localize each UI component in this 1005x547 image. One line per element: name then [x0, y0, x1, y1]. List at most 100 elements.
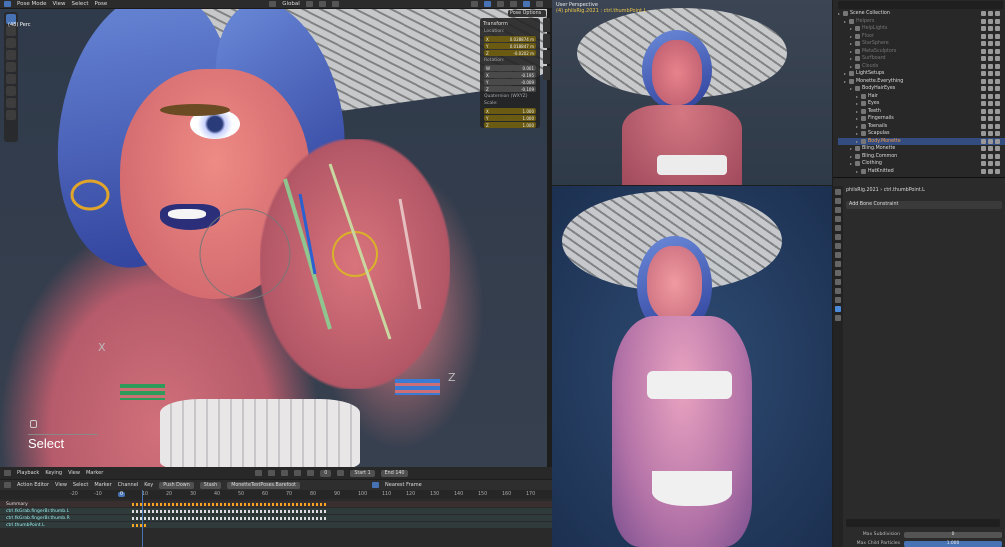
pose-options-button[interactable]: Pose Options: [508, 10, 546, 17]
timeline-editor-icon[interactable]: [4, 470, 11, 476]
bone-tool-icon[interactable]: [6, 110, 16, 120]
move-tool-icon[interactable]: [6, 38, 16, 48]
exclude-checkbox-icon[interactable]: [981, 108, 986, 114]
exclude-checkbox-icon[interactable]: [981, 131, 986, 136]
eye-icon[interactable]: [988, 33, 993, 39]
channel-row[interactable]: Summary: [0, 501, 552, 507]
eye-icon[interactable]: [988, 168, 993, 174]
outliner-row[interactable]: ▸ Teeth: [838, 108, 1005, 115]
play-reverse-icon[interactable]: [281, 470, 289, 476]
camera-icon[interactable]: [995, 41, 1000, 46]
eye-icon[interactable]: [988, 93, 993, 99]
camera-icon[interactable]: [995, 123, 1000, 129]
object-tab-icon[interactable]: [835, 243, 841, 249]
ring-control[interactable]: [70, 179, 110, 211]
keyframe-strip[interactable]: [132, 502, 327, 506]
output-tab-icon[interactable]: [835, 207, 841, 213]
timeline-view-menu[interactable]: View: [68, 470, 80, 476]
play-icon[interactable]: [294, 470, 302, 476]
timeline-marker-menu[interactable]: Marker: [86, 470, 103, 476]
exclude-checkbox-icon[interactable]: [981, 18, 986, 24]
ae-select-menu[interactable]: Select: [73, 482, 88, 488]
keyframe-strip[interactable]: [132, 523, 146, 527]
tab-tool[interactable]: [543, 34, 550, 48]
end-frame-field[interactable]: End 140: [380, 469, 409, 477]
tab-item[interactable]: [543, 18, 550, 32]
current-frame-field[interactable]: 0: [320, 469, 332, 477]
annotate-tool-icon[interactable]: [6, 86, 16, 96]
rotate-tool-icon[interactable]: [6, 50, 16, 60]
shading-material-icon[interactable]: [522, 1, 530, 7]
camera-icon[interactable]: [995, 71, 1000, 76]
ae-key-menu[interactable]: Key: [144, 482, 153, 488]
camera-icon[interactable]: [995, 101, 1000, 106]
playback-menu[interactable]: Playback: [17, 470, 39, 476]
scale-z-field[interactable]: Z 1.000: [484, 122, 536, 128]
bone-tab-icon[interactable]: [835, 297, 841, 303]
exclude-checkbox-icon[interactable]: [981, 78, 986, 84]
scale-x-field[interactable]: X 1.000: [484, 108, 536, 114]
orientation-dropdown[interactable]: Global: [282, 1, 300, 7]
camera-icon[interactable]: [995, 86, 1000, 91]
camera-icon[interactable]: [995, 153, 1000, 159]
exclude-checkbox-icon[interactable]: [981, 123, 986, 129]
outliner-row[interactable]: ▸ HatKnitted: [838, 168, 1005, 175]
render-viewport[interactable]: [552, 186, 832, 547]
exclude-checkbox-icon[interactable]: [981, 138, 986, 144]
bone-2[interactable]: [328, 163, 392, 340]
keyframe-strip[interactable]: [132, 516, 327, 520]
bone-1[interactable]: [283, 178, 332, 330]
rotation-x-field[interactable]: X -0.195: [484, 72, 536, 78]
outliner-row[interactable]: ▸ Clouds: [838, 63, 1005, 70]
material-tab-icon[interactable]: [835, 315, 841, 321]
properties-search-input[interactable]: [846, 519, 1000, 527]
scene-tab-icon[interactable]: [835, 225, 841, 231]
camera-icon[interactable]: [995, 48, 1000, 54]
eye-icon[interactable]: [988, 116, 993, 121]
push-down-button[interactable]: Push Down: [159, 481, 194, 489]
eye-icon[interactable]: [988, 78, 993, 84]
tab-view[interactable]: [543, 50, 550, 64]
eye-icon[interactable]: [988, 138, 993, 144]
modifier-tab-icon[interactable]: [835, 252, 841, 258]
camera-icon[interactable]: [995, 138, 1000, 144]
camera-icon[interactable]: [995, 26, 1000, 31]
eye-icon[interactable]: [988, 161, 993, 166]
constraints-tab-icon[interactable]: [835, 279, 841, 285]
location-x-field[interactable]: X 0.028874 m: [484, 36, 536, 42]
camera-icon[interactable]: [995, 131, 1000, 136]
add-bone-constraint-button[interactable]: Add Bone Constraint: [846, 201, 1002, 209]
keyframe-strip[interactable]: [132, 509, 327, 513]
pivot-icon[interactable]: [305, 1, 313, 7]
menu-select[interactable]: Select: [72, 1, 89, 7]
location-y-field[interactable]: Y 0.018847 m: [484, 43, 536, 49]
exclude-checkbox-icon[interactable]: [981, 168, 986, 174]
outliner-row[interactable]: ▸ Eyes: [838, 100, 1005, 107]
snap-toggle-icon[interactable]: [372, 482, 380, 488]
bone-3[interactable]: [398, 198, 422, 310]
outliner-row[interactable]: ▸ HelpLights: [838, 25, 1005, 32]
exclude-checkbox-icon[interactable]: [981, 153, 986, 159]
eye-icon[interactable]: [988, 146, 993, 151]
proportional-icon[interactable]: [331, 1, 339, 7]
eye-icon[interactable]: [988, 18, 993, 24]
shading-rendered-icon[interactable]: [535, 1, 543, 7]
exclude-checkbox-icon[interactable]: [981, 41, 986, 46]
ae-view-menu[interactable]: View: [55, 482, 67, 488]
eye-icon[interactable]: [988, 108, 993, 114]
exclude-checkbox-icon[interactable]: [981, 116, 986, 121]
exclude-checkbox-icon[interactable]: [981, 56, 986, 61]
view-layer-tab-icon[interactable]: [835, 216, 841, 222]
particles-tab-icon[interactable]: [835, 261, 841, 267]
camera-icon[interactable]: [995, 63, 1000, 69]
jump-end-icon[interactable]: [307, 470, 315, 476]
start-frame-field[interactable]: Start 1: [350, 469, 375, 477]
eye-icon[interactable]: [988, 86, 993, 91]
dopesheet-editor-icon[interactable]: [4, 482, 11, 488]
physics-tab-icon[interactable]: [835, 270, 841, 276]
exclude-checkbox-icon[interactable]: [981, 11, 986, 16]
max-subdivision-field[interactable]: 0: [904, 531, 1002, 538]
snap-mode-dropdown[interactable]: Nearest Frame: [385, 482, 422, 488]
outliner-row[interactable]: ▸ Scene Collection: [838, 10, 1005, 17]
menu-view[interactable]: View: [52, 1, 65, 7]
